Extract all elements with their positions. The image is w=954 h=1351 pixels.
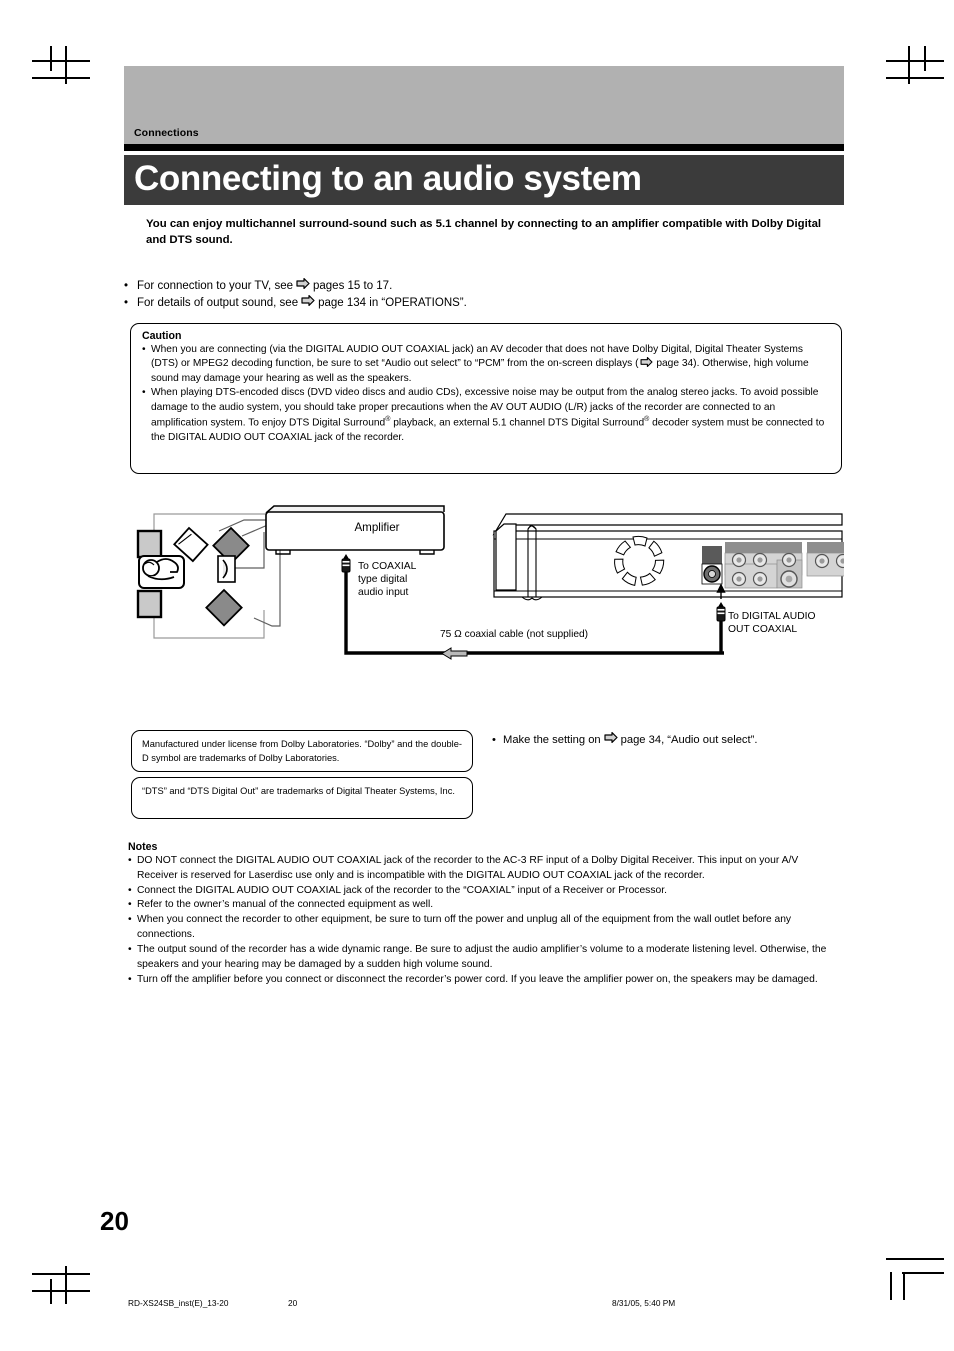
note-item-text: Turn off the amplifier before you connec… [137, 973, 818, 985]
note-item-text: Refer to the owner’s manual of the conne… [137, 899, 434, 911]
caution-item: • When you are connecting (via the DIGIT… [142, 343, 830, 386]
note-item-text: When you connect the recorder to other e… [137, 914, 792, 941]
speaker-gray-diamond-rear [205, 588, 243, 627]
note-item: • When you connect the recorder to other… [128, 913, 840, 943]
crop-mark-bottom-right-4 [903, 1272, 905, 1300]
header-rule [124, 144, 844, 151]
crop-mark-bottom-right-2 [902, 1272, 944, 1274]
see-also-item: • For connection to your TV, see pages 1… [124, 278, 824, 295]
bullet: • [124, 280, 129, 292]
speaker-rear-left [136, 589, 163, 619]
cable-plug-recorder [716, 602, 726, 653]
speaker-layout [136, 513, 281, 639]
make-setting-note: • Make the setting on page 34, “Audio ou… [492, 732, 832, 746]
crop-mark-top-right-4 [924, 46, 926, 71]
note-item: • DO NOT connect the DIGITAL AUDIO OUT C… [128, 854, 840, 884]
cable-direction-arrow [441, 647, 468, 660]
listener-icon [138, 555, 185, 589]
recorder-rear-panel [492, 513, 844, 601]
amplifier-label: Amplifier [354, 521, 400, 534]
note-item: • The output sound of the recorder has a… [128, 943, 840, 973]
page-title: Connecting to an audio system [134, 159, 642, 199]
caution-item-text: When playing DTS-encoded discs (DVD vide… [151, 387, 825, 444]
bullet: • [492, 734, 496, 746]
see-also-text-after: pages 15 to 17. [312, 280, 393, 292]
crop-mark-top-right [886, 60, 944, 62]
coaxial-input-label: To COAXIAL type digital audio input [358, 561, 417, 599]
page-title-bar: Connecting to an audio system [124, 155, 844, 205]
crop-mark-bottom-left [32, 1273, 90, 1275]
speaker-center [217, 555, 236, 583]
note-item-text: Connect the DIGITAL AUDIO OUT COAXIAL ja… [137, 884, 667, 896]
notes-section: Notes • DO NOT connect the DIGITAL AUDIO… [128, 841, 840, 987]
page-arrow-icon [640, 357, 653, 368]
section-label: Connections [134, 127, 199, 139]
see-also-text-before: For details of output sound, see [137, 297, 299, 310]
crop-mark-bottom-left-2 [32, 1290, 90, 1292]
bullet: • [142, 344, 146, 355]
see-also-list: • For connection to your TV, see pages 1… [124, 278, 824, 313]
note-item-text: DO NOT connect the DIGITAL AUDIO OUT COA… [137, 855, 799, 881]
crop-mark-top-right-3 [908, 46, 910, 84]
see-also-text-before: For connection to your TV, see [137, 280, 293, 292]
caution-item-text: When you are connecting (via the DIGITAL… [151, 343, 830, 386]
bullet: • [128, 899, 132, 911]
bullet: • [128, 855, 132, 866]
crop-mark-top-left-2 [32, 77, 90, 79]
bullet: • [128, 884, 132, 896]
footer-filename: RD-XS24SB_inst(E)_13-20 [128, 1298, 229, 1308]
cable-plug-amplifier [341, 554, 351, 573]
manual-page: Connections Connecting to an audio syste… [0, 0, 954, 1351]
notes-heading: Notes [128, 841, 158, 853]
see-also-item: • For details of output sound, see page … [124, 295, 824, 312]
intro-paragraph: You can enjoy multichannel surround-soun… [146, 218, 822, 247]
cable-label: 75 Ω coaxial cable (not supplied) [440, 629, 589, 640]
bullet: • [128, 973, 132, 985]
note-item: • Turn off the amplifier before you conn… [128, 973, 840, 988]
crop-mark-top-left-4 [65, 46, 67, 84]
footer-timestamp: 8/31/05, 5:40 PM [612, 1298, 676, 1308]
page-number: 20 [100, 1206, 129, 1236]
speaker-front-left [136, 529, 163, 559]
crop-mark-bottom-right-3 [890, 1272, 892, 1300]
note-item-text: The output sound of the recorder has a w… [137, 943, 827, 970]
make-setting-text-after: page 34, “Audio out select”. [620, 734, 758, 746]
note-item: • Refer to the owner’s manual of the con… [128, 898, 840, 913]
section-band: Connections [124, 66, 844, 144]
dts-trademark-box: “DTS” and “DTS Digital Out” are trademar… [131, 777, 473, 819]
crop-mark-top-left [32, 60, 90, 62]
caution-item: • When playing DTS-encoded discs (DVD vi… [142, 386, 830, 445]
crop-mark-top-left-3 [50, 46, 52, 71]
see-also-text-after: page 134 in “OPERATIONS”. [318, 297, 467, 310]
bullet: • [128, 943, 132, 955]
page-arrow-icon [296, 278, 310, 289]
connection-diagram: Amplifier To COAXIAL type digital audio … [124, 498, 844, 673]
crop-mark-top-right-2 [886, 77, 944, 79]
bullet: • [124, 297, 129, 310]
crop-mark-bottom-left-4 [65, 1266, 67, 1304]
make-setting-text-before: Make the setting on [503, 734, 601, 746]
diagram-graphic [136, 505, 844, 660]
note-item: • Connect the DIGITAL AUDIO OUT COAXIAL … [128, 884, 840, 899]
bullet: • [142, 387, 146, 399]
page-arrow-icon [604, 732, 618, 743]
digital-out-label: To DIGITAL AUDIO OUT COAXIAL [728, 611, 816, 636]
crop-mark-bottom-left-3 [50, 1279, 52, 1304]
crop-mark-bottom-right [886, 1258, 944, 1260]
caution-heading: Caution [142, 330, 182, 342]
page-arrow-icon [301, 295, 315, 307]
bullet: • [128, 914, 132, 926]
footer-page: 20 [288, 1298, 298, 1308]
caution-box: Caution • When you are connecting (via t… [130, 323, 842, 474]
dolby-trademark-box: Manufactured under license from Dolby La… [131, 730, 473, 772]
